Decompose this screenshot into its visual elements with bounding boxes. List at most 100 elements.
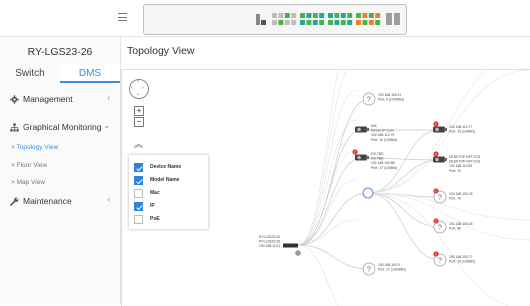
checkbox[interactable] (134, 202, 143, 211)
node-label: Port: 17 (100M/s) (371, 166, 397, 170)
port-led (356, 13, 361, 18)
camera-lens (357, 155, 361, 160)
submenu-floor-view[interactable]: > Floor View (11, 162, 47, 169)
chevron-left-icon: ‹ (107, 195, 110, 204)
option-device-name[interactable]: Device Name (134, 163, 208, 174)
topology-node-camera[interactable] (433, 126, 445, 133)
switch-ports-graphic (256, 13, 400, 25)
port-led (328, 13, 333, 18)
node-label: 192.168.100.86 (371, 161, 395, 165)
zoom-in-button[interactable]: + (134, 106, 144, 116)
hub-node[interactable] (362, 187, 374, 199)
checkbox[interactable] (134, 189, 143, 198)
camera-lens (435, 127, 439, 132)
topology-link (297, 89, 358, 246)
port-led (312, 20, 318, 25)
hamburger-icon[interactable] (118, 13, 127, 22)
tab-switch[interactable]: Switch (0, 65, 60, 83)
question-icon: ? (438, 223, 442, 232)
topology-link (297, 98, 370, 246)
top-bar (0, 0, 530, 37)
alert-badge-text: ! (435, 252, 436, 256)
camera-mount (366, 128, 369, 131)
topology-node-camera[interactable] (355, 126, 367, 133)
tab-dms[interactable]: DMS (60, 65, 120, 83)
camera-lens (357, 127, 361, 132)
node-label: Device IP Cam (371, 129, 394, 133)
topology-link (297, 244, 339, 306)
root-switch-node[interactable] (283, 243, 298, 248)
port-led (334, 13, 340, 18)
submenu-map-view[interactable]: > Map View (11, 179, 45, 186)
port-led (284, 13, 290, 18)
node-label: 192.168.110.77 (449, 125, 472, 129)
port-led (375, 13, 381, 18)
node-label: Port: 21 (1000M/s) (378, 268, 406, 272)
alert-badge-text: ! (354, 150, 355, 154)
port-led (306, 20, 312, 25)
checkbox[interactable] (134, 176, 143, 185)
camera-mount (444, 128, 447, 131)
port-led (362, 13, 368, 18)
pan-arrows-icon[interactable]: ⌃ ⌄ ‹ › (129, 79, 149, 99)
question-icon: ? (367, 95, 371, 104)
menu-management[interactable]: Management ‹ (0, 92, 120, 108)
label-options-panel: Device Name Model Name Mac IP PoE (129, 155, 208, 229)
checkbox[interactable] (134, 163, 143, 172)
menu-graphical-monitoring[interactable]: Graphical Monitoring ⌄ (0, 120, 120, 136)
device-title: RY-LGS23-26 (27, 46, 93, 58)
port-led (319, 20, 325, 25)
menu-management-label: Management (23, 94, 73, 104)
node-label: Port: 9b (449, 227, 461, 231)
node-label: 192.168.100.9 (378, 263, 400, 267)
node-label: Port: 7b (449, 197, 461, 201)
topology-node-camera[interactable] (433, 156, 445, 163)
port-led (291, 13, 297, 18)
port-led (300, 13, 305, 18)
option-model-name[interactable]: Model Name (134, 176, 208, 187)
root-switch-port (295, 250, 301, 256)
node-label: DESKTOP-NFTCGS (449, 155, 481, 159)
question-icon: ? (367, 265, 371, 274)
root-node-label: RY-LGS23-26 (259, 235, 280, 239)
zoom-out-button[interactable]: − (134, 117, 144, 127)
camera-mount (444, 158, 447, 161)
console-port (256, 14, 260, 25)
option-poe[interactable]: PoE (134, 215, 208, 226)
root-node-label: 192.168.110.1 (259, 244, 281, 248)
topology-node-camera[interactable] (355, 154, 367, 161)
page-title: Topology View (127, 45, 195, 57)
topology-canvas[interactable]: RY-LGS23-26 RY-LGS23-26 192.168.110.1? 192.… (121, 69, 530, 306)
submenu-topology-view[interactable]: > Topology View (11, 144, 58, 151)
node-label: Port: 7b (449, 169, 461, 173)
double-chevron-up-icon[interactable]: ︽ (134, 137, 143, 150)
node-label: 192.168.110.69 (449, 164, 472, 168)
topology-link (297, 179, 358, 246)
node-label: Port: 1b (100M/s) (371, 138, 397, 142)
port-led (368, 13, 374, 18)
option-ip[interactable]: IP (134, 202, 208, 213)
menu-graphical-monitoring-label: Graphical Monitoring (23, 122, 102, 132)
node-label: Port: 19 (100M/s) (449, 260, 475, 264)
reset-button (261, 20, 266, 25)
topology-link (367, 192, 441, 228)
checkbox[interactable] (134, 215, 143, 224)
alert-badge-text: ! (435, 122, 436, 126)
sidebar: RY-LGS23-26 Switch DMS Management ‹ Grap… (0, 37, 121, 305)
node-label: 192.168.100.25 (449, 192, 473, 196)
port-led (284, 20, 290, 25)
port-led (319, 13, 325, 18)
option-mac[interactable]: Mac (134, 189, 208, 200)
node-label: N/A (371, 124, 377, 128)
node-label: 192.168.100.77 (449, 255, 473, 259)
node-label: 192.168.100.45 (449, 222, 473, 226)
port-led (340, 20, 346, 25)
node-label: DS-TBD (371, 157, 384, 161)
alert-badge-text: ! (435, 219, 436, 223)
main-content: Topology View RY-LGS23-26 RY-LGS23-26 192.… (121, 37, 530, 306)
port-led (278, 13, 284, 18)
port-led (272, 13, 277, 18)
question-icon: ? (438, 193, 442, 202)
menu-maintenance[interactable]: Maintenance ‹ (0, 194, 120, 210)
chevron-left-icon: ‹ (107, 93, 110, 102)
